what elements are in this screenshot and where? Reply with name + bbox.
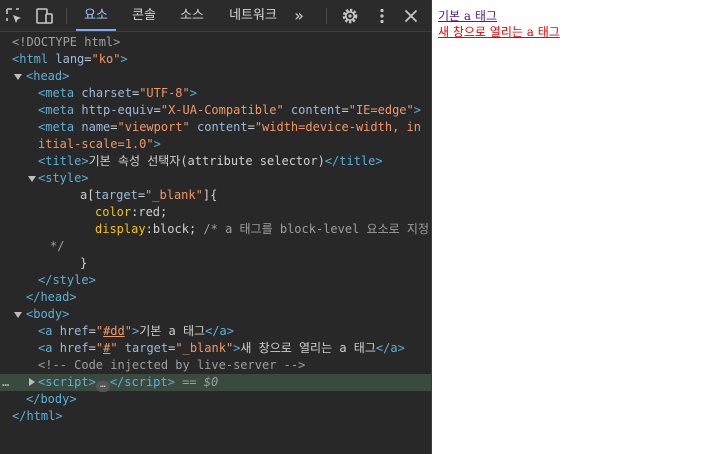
dom-meta-viewport-line[interactable]: <meta name="viewport" content="width=dev… (0, 119, 431, 136)
dom-head-close-line[interactable]: </head> (0, 289, 431, 306)
css-selector-line[interactable]: a[target="_blank"]{ (0, 187, 431, 204)
tab-network[interactable]: 네트워크 (222, 0, 284, 31)
kebab-menu-icon[interactable] (372, 6, 392, 26)
tab-console[interactable]: 콘솔 (124, 0, 164, 31)
devtools-panel: 요소 콘솔 소스 네트워크 » <!DOCTYPE html> <html la… (0, 0, 432, 454)
css-color-line[interactable]: color:red; (0, 204, 431, 221)
dom-script-line-selected[interactable]: … <script>… </script> == $0 (0, 374, 431, 392)
expand-triangle-icon[interactable] (14, 312, 22, 318)
row-actions-ellipsis[interactable]: … (2, 374, 9, 391)
toolbar-separator (66, 8, 67, 24)
close-icon[interactable] (401, 6, 421, 26)
tab-elements[interactable]: 요소 (76, 0, 116, 31)
expand-triangle-icon[interactable] (28, 176, 36, 182)
page-viewport: 기본 a 태그 새 창으로 열리는 a 태그 (432, 0, 722, 454)
dom-body-close-line[interactable]: </body> (0, 391, 431, 408)
dom-html-open-line[interactable]: <html lang="ko"> (0, 51, 431, 68)
dom-meta-viewport-line-cont[interactable]: itial-scale=1.0"> (0, 136, 431, 153)
settings-gear-icon[interactable] (340, 6, 360, 26)
inspect-icon[interactable] (4, 6, 24, 26)
css-comment-end-line[interactable]: */ (0, 238, 431, 255)
href-link[interactable]: #dd (103, 324, 125, 338)
dom-style-open-line[interactable]: <style> (0, 170, 431, 187)
link-new-window-a-tag[interactable]: 새 창으로 열리는 a 태그 (438, 23, 560, 40)
dom-meta-http-equiv-line[interactable]: <meta http-equiv="X-UA-Compatible" conte… (0, 102, 431, 119)
link-basic-a-tag[interactable]: 기본 a 태그 (438, 7, 497, 24)
css-display-line[interactable]: display:block; /* a 태그를 block-level 요소로 … (0, 221, 431, 238)
devtools-toolbar: 요소 콘솔 소스 네트워크 » (0, 0, 431, 32)
dom-live-server-comment-line[interactable]: <!-- Code injected by live-server --> (0, 357, 431, 374)
device-toggle-icon[interactable] (34, 6, 54, 26)
dom-head-open-line[interactable]: <head> (0, 68, 431, 85)
dom-meta-charset-line[interactable]: <meta charset="UTF-8"> (0, 85, 431, 102)
tab-sources[interactable]: 소스 (172, 0, 212, 31)
expand-triangle-icon[interactable] (14, 74, 22, 80)
css-brace-close-line[interactable]: } (0, 255, 431, 272)
collapse-triangle-icon[interactable] (29, 378, 35, 386)
more-tabs-button[interactable]: » (288, 0, 310, 31)
dom-a1-line[interactable]: <a href="#dd">기본 a 태그</a> (0, 323, 431, 340)
dom-title-line[interactable]: <title>기본 속성 선택자(attribute selector)</ti… (0, 153, 431, 170)
dom-html-close-line[interactable]: </html> (0, 408, 431, 425)
dom-a2-line[interactable]: <a href="#" target="_blank">새 창으로 열리는 a … (0, 340, 431, 357)
dom-style-close-line[interactable]: </style> (0, 272, 431, 289)
toolbar-separator (326, 8, 327, 24)
dom-doctype-line[interactable]: <!DOCTYPE html> (0, 34, 431, 51)
dom-body-open-line[interactable]: <body> (0, 306, 431, 323)
